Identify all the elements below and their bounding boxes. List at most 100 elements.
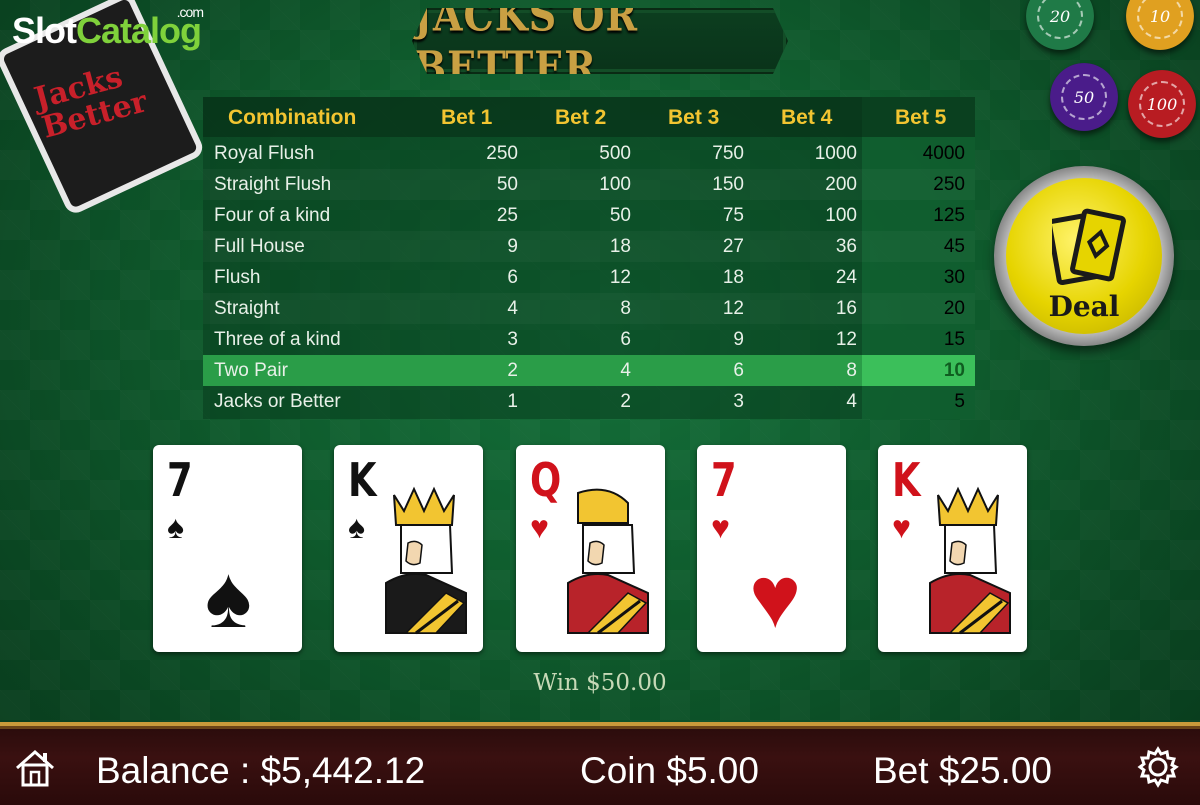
payout-bet-4: 1000 bbox=[814, 143, 857, 164]
home-icon[interactable] bbox=[14, 748, 56, 793]
combination-name: Two Pair bbox=[214, 360, 288, 381]
title-banner: JACKS OR BETTER bbox=[412, 8, 788, 74]
payout-bet-2: 8 bbox=[620, 298, 631, 319]
paytable-row: Straight Flush 50 100 150 200 250 bbox=[203, 169, 975, 200]
payout-bet-5: 20 bbox=[943, 298, 965, 319]
payout-bet-2: 500 bbox=[599, 143, 631, 164]
king-figure-icon bbox=[890, 483, 1015, 643]
paytable-row: Royal Flush 250 500 750 1000 4000 bbox=[203, 138, 975, 169]
payout-bet-5-cell: 125 bbox=[862, 200, 975, 231]
deal-label: Deal bbox=[1048, 290, 1120, 323]
header-bet-2[interactable]: Bet 2 bbox=[555, 106, 606, 130]
payout-bet-3: 150 bbox=[712, 174, 744, 195]
gear-icon[interactable] bbox=[1137, 746, 1179, 793]
chip-20[interactable]: 20 bbox=[1026, 0, 1094, 50]
card-rank: 7 bbox=[167, 453, 193, 507]
paytable-row: Jacks or Better 1 2 3 4 5 bbox=[203, 386, 975, 417]
payout-bet-3: 75 bbox=[722, 205, 744, 226]
payout-bet-5-cell: 10 bbox=[862, 355, 975, 386]
logo-slot: Slot bbox=[12, 10, 77, 51]
payout-bet-3: 12 bbox=[722, 298, 744, 319]
header-bet-1[interactable]: Bet 1 bbox=[441, 106, 492, 130]
payout-bet-1: 1 bbox=[507, 391, 518, 412]
paytable-row: Flush 6 12 18 24 30 bbox=[203, 262, 975, 293]
deck-card-text: Jacks Better bbox=[30, 59, 151, 146]
paytable-row: Two Pair 2 4 6 8 10 bbox=[203, 355, 975, 386]
payout-bet-5: 15 bbox=[943, 329, 965, 350]
playing-card[interactable]: Q ♥ bbox=[516, 445, 665, 652]
payout-bet-3: 750 bbox=[712, 143, 744, 164]
payout-bet-3: 27 bbox=[722, 236, 744, 257]
payout-bet-1: 4 bbox=[507, 298, 518, 319]
balance-display: Balance : $5,442.12 bbox=[96, 750, 426, 791]
payout-bet-4: 8 bbox=[846, 360, 857, 381]
payout-bet-5-cell: 30 bbox=[862, 262, 975, 293]
payout-bet-5: 250 bbox=[933, 174, 965, 195]
payout-bet-4: 36 bbox=[835, 236, 857, 257]
coin-display[interactable]: Coin $5.00 bbox=[580, 750, 759, 792]
chip-50-label: 50 bbox=[1061, 74, 1107, 120]
payout-bet-5-cell: 20 bbox=[862, 293, 975, 324]
playing-card[interactable]: K ♥ bbox=[878, 445, 1027, 652]
payout-bet-5: 4000 bbox=[922, 143, 965, 164]
spade-icon: ♠ bbox=[167, 509, 184, 545]
combination-name: Straight Flush bbox=[214, 174, 332, 195]
payout-bet-5-cell: 4000 bbox=[862, 138, 975, 169]
payout-bet-2: 4 bbox=[620, 360, 631, 381]
paytable-row: Three of a kind 3 6 9 12 15 bbox=[203, 324, 975, 355]
combination-name: Jacks or Better bbox=[214, 391, 341, 412]
payout-bet-2: 6 bbox=[620, 329, 631, 350]
deal-button-face: Deal bbox=[1006, 178, 1162, 334]
combination-name: Straight bbox=[214, 298, 280, 319]
combination-name: Royal Flush bbox=[214, 143, 315, 164]
payout-bet-2: 12 bbox=[609, 267, 631, 288]
chip-10[interactable]: 10 bbox=[1126, 0, 1194, 50]
logo-com: .com bbox=[176, 4, 204, 20]
playing-card[interactable]: 7 ♠ ♠ bbox=[153, 445, 302, 652]
playing-card[interactable]: K ♠ bbox=[334, 445, 483, 652]
payout-bet-5: 125 bbox=[933, 205, 965, 226]
payout-bet-2: 2 bbox=[620, 391, 631, 412]
payout-bet-1: 250 bbox=[486, 143, 518, 164]
payout-bet-4: 4 bbox=[846, 391, 857, 412]
header-bet-4[interactable]: Bet 4 bbox=[781, 106, 832, 130]
deal-button[interactable]: Deal bbox=[994, 166, 1174, 346]
playing-card[interactable]: 7 ♥ ♥ bbox=[697, 445, 846, 652]
heart-icon: ♥ bbox=[711, 509, 730, 545]
payout-bet-3: 6 bbox=[733, 360, 744, 381]
payout-bet-5-cell: 15 bbox=[862, 324, 975, 355]
chip-100-label: 100 bbox=[1139, 81, 1185, 127]
payout-bet-4: 100 bbox=[825, 205, 857, 226]
bet-display[interactable]: Bet $25.00 bbox=[873, 750, 1052, 792]
payout-bet-2: 50 bbox=[609, 205, 631, 226]
watermark-logo: SlotCatalog .com bbox=[12, 4, 204, 52]
payout-bet-5-cell: 5 bbox=[862, 386, 975, 417]
chip-10-label: 10 bbox=[1137, 0, 1183, 39]
header-bet-3[interactable]: Bet 3 bbox=[668, 106, 719, 130]
paytable-row: Full House 9 18 27 36 45 bbox=[203, 231, 975, 262]
chip-50[interactable]: 50 bbox=[1050, 63, 1118, 131]
chip-100[interactable]: 100 bbox=[1128, 70, 1196, 138]
payout-bet-3: 3 bbox=[733, 391, 744, 412]
paytable: Combination Bet 1 Bet 2 Bet 3 Bet 4 Bet … bbox=[203, 97, 975, 419]
large-heart-icon: ♥ bbox=[749, 547, 802, 646]
paytable-header: Combination Bet 1 Bet 2 Bet 3 Bet 4 Bet … bbox=[203, 97, 975, 137]
payout-bet-3: 9 bbox=[733, 329, 744, 350]
payout-bet-4: 200 bbox=[825, 174, 857, 195]
payout-bet-2: 18 bbox=[609, 236, 631, 257]
king-figure-icon bbox=[346, 483, 471, 643]
payout-bet-4: 12 bbox=[835, 329, 857, 350]
payout-bet-5-cell: 250 bbox=[862, 169, 975, 200]
chip-20-label: 20 bbox=[1037, 0, 1083, 39]
payout-bet-1: 6 bbox=[507, 267, 518, 288]
payout-bet-1: 25 bbox=[496, 205, 518, 226]
paytable-row: Straight 4 8 12 16 20 bbox=[203, 293, 975, 324]
cards-icon bbox=[1052, 208, 1126, 286]
payout-bet-5: 30 bbox=[943, 267, 965, 288]
payout-bet-1: 2 bbox=[507, 360, 518, 381]
payout-bet-1: 50 bbox=[496, 174, 518, 195]
queen-figure-icon bbox=[528, 483, 653, 643]
header-bet-5[interactable]: Bet 5 bbox=[895, 106, 946, 130]
payout-bet-1: 9 bbox=[507, 236, 518, 257]
combination-name: Full House bbox=[214, 236, 305, 257]
